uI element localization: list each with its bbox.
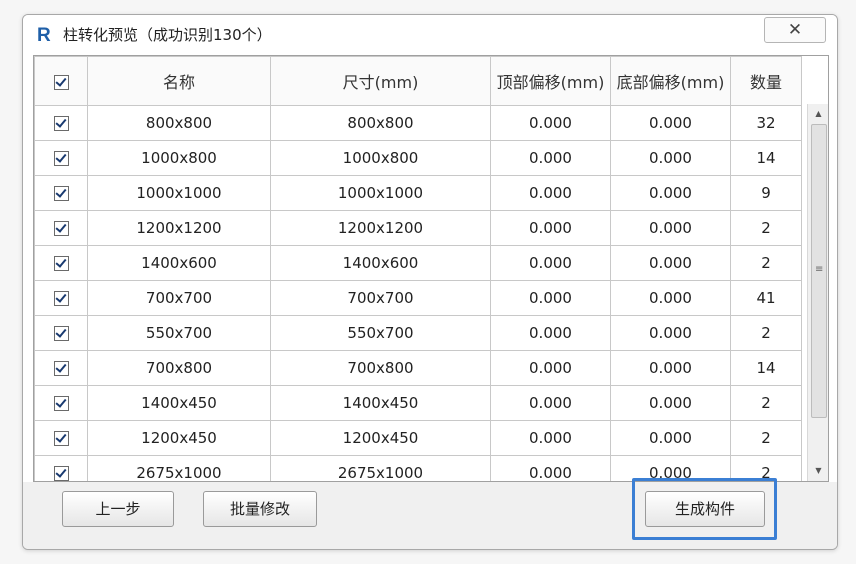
cell-name: 1200x1200 (87, 210, 271, 246)
cell-count: 2 (730, 315, 802, 351)
table-row[interactable]: 800x800 800x800 0.000 0.000 32 (34, 105, 802, 141)
cell-name: 700x800 (87, 350, 271, 386)
cell-bottom-offset[interactable]: 0.000 (610, 210, 731, 246)
cell-name: 550x700 (87, 315, 271, 351)
cell-bottom-offset[interactable]: 0.000 (610, 140, 731, 176)
table-row[interactable]: 1200x450 1200x450 0.000 0.000 2 (34, 420, 802, 456)
cell-count: 2 (730, 210, 802, 246)
checkbox-checked-icon[interactable] (53, 116, 69, 131)
generate-button-highlight (632, 478, 777, 540)
cell-top-offset[interactable]: 0.000 (490, 455, 611, 481)
scroll-thumb[interactable]: ≡ (811, 124, 827, 418)
cell-count: 2 (730, 420, 802, 456)
cell-name: 700x700 (87, 280, 271, 316)
cell-bottom-offset[interactable]: 0.000 (610, 350, 731, 386)
cell-count: 32 (730, 105, 802, 141)
cell-name: 1000x1000 (87, 175, 271, 211)
cell-size: 1000x1000 (270, 175, 491, 211)
title-bar: R 柱转化预览（成功识别130个） ✕ (23, 15, 837, 55)
cell-name: 1400x600 (87, 245, 271, 281)
column-table: 名称 尺寸(mm) 顶部偏移(mm) 底部偏移(mm) 数量 800x800 8… (34, 56, 802, 481)
scroll-down-arrow-icon[interactable]: ▼ (808, 463, 828, 479)
close-icon: ✕ (787, 20, 803, 40)
cell-count: 2 (730, 245, 802, 281)
cell-size: 1400x450 (270, 385, 491, 421)
cell-size: 700x700 (270, 280, 491, 316)
cell-bottom-offset[interactable]: 0.000 (610, 175, 731, 211)
column-grid: 名称 尺寸(mm) 顶部偏移(mm) 底部偏移(mm) 数量 800x800 8… (33, 55, 829, 482)
cell-bottom-offset[interactable]: 0.000 (610, 245, 731, 281)
cell-top-offset[interactable]: 0.000 (490, 315, 611, 351)
cell-name: 800x800 (87, 105, 271, 141)
cell-size: 550x700 (270, 315, 491, 351)
cell-name: 1000x800 (87, 140, 271, 176)
cell-size: 1000x800 (270, 140, 491, 176)
revit-r-icon: R (37, 25, 51, 46)
header-select-all[interactable] (34, 56, 88, 106)
close-button[interactable]: ✕ (764, 17, 826, 43)
cell-top-offset[interactable]: 0.000 (490, 350, 611, 386)
header-name[interactable]: 名称 (87, 56, 271, 106)
scroll-up-arrow-icon[interactable]: ▲ (808, 106, 828, 122)
cell-bottom-offset[interactable]: 0.000 (610, 420, 731, 456)
table-row[interactable]: 1200x1200 1200x1200 0.000 0.000 2 (34, 210, 802, 246)
checkbox-checked-icon[interactable] (53, 396, 69, 411)
cell-count: 9 (730, 175, 802, 211)
table-row[interactable]: 1000x1000 1000x1000 0.000 0.000 9 (34, 175, 802, 211)
cell-top-offset[interactable]: 0.000 (490, 245, 611, 281)
table-row[interactable]: 1400x600 1400x600 0.000 0.000 2 (34, 245, 802, 281)
header-top-offset[interactable]: 顶部偏移(mm) (490, 56, 611, 106)
checkbox-checked-icon[interactable] (53, 326, 69, 341)
table-row[interactable]: 700x700 700x700 0.000 0.000 41 (34, 280, 802, 316)
cell-name: 1200x450 (87, 420, 271, 456)
checkbox-checked-icon[interactable] (53, 151, 69, 166)
cell-top-offset[interactable]: 0.000 (490, 175, 611, 211)
cell-count: 2 (730, 385, 802, 421)
header-bottom-offset[interactable]: 底部偏移(mm) (610, 56, 731, 106)
dialog-window: R 柱转化预览（成功识别130个） ✕ 名称 尺寸(mm) 顶部偏移(mm) 底… (22, 14, 838, 550)
cell-name: 2675x1000 (87, 455, 271, 481)
cell-bottom-offset[interactable]: 0.000 (610, 385, 731, 421)
cell-bottom-offset[interactable]: 0.000 (610, 105, 731, 141)
checkbox-checked-icon[interactable] (53, 291, 69, 306)
cell-top-offset[interactable]: 0.000 (490, 210, 611, 246)
cell-top-offset[interactable]: 0.000 (490, 280, 611, 316)
vertical-scrollbar[interactable]: ▲ ≡ ▼ (807, 104, 828, 481)
cell-size: 1200x450 (270, 420, 491, 456)
cell-count: 14 (730, 350, 802, 386)
checkbox-checked-icon[interactable] (53, 74, 69, 90)
cell-count: 41 (730, 280, 802, 316)
cell-size: 800x800 (270, 105, 491, 141)
dialog-title: 柱转化预览（成功识别130个） (63, 26, 272, 44)
cell-bottom-offset[interactable]: 0.000 (610, 280, 731, 316)
cell-name: 1400x450 (87, 385, 271, 421)
cell-top-offset[interactable]: 0.000 (490, 105, 611, 141)
checkbox-checked-icon[interactable] (53, 256, 69, 271)
batch-edit-button[interactable]: 批量修改 (203, 491, 317, 527)
header-row: 名称 尺寸(mm) 顶部偏移(mm) 底部偏移(mm) 数量 (34, 56, 802, 106)
checkbox-checked-icon[interactable] (53, 431, 69, 446)
checkbox-checked-icon[interactable] (53, 361, 69, 376)
cell-top-offset[interactable]: 0.000 (490, 420, 611, 456)
table-row[interactable]: 700x800 700x800 0.000 0.000 14 (34, 350, 802, 386)
prev-step-button[interactable]: 上一步 (62, 491, 174, 527)
checkbox-checked-icon[interactable] (53, 466, 69, 481)
checkbox-checked-icon[interactable] (53, 186, 69, 201)
table-row[interactable]: 550x700 550x700 0.000 0.000 2 (34, 315, 802, 351)
header-size[interactable]: 尺寸(mm) (270, 56, 491, 106)
cell-size: 1200x1200 (270, 210, 491, 246)
cell-size: 1400x600 (270, 245, 491, 281)
cell-bottom-offset[interactable]: 0.000 (610, 315, 731, 351)
table-row[interactable]: 1400x450 1400x450 0.000 0.000 2 (34, 385, 802, 421)
cell-top-offset[interactable]: 0.000 (490, 140, 611, 176)
cell-size: 700x800 (270, 350, 491, 386)
grip-icon: ≡ (815, 264, 824, 275)
cell-top-offset[interactable]: 0.000 (490, 385, 611, 421)
cell-count: 14 (730, 140, 802, 176)
table-row[interactable]: 1000x800 1000x800 0.000 0.000 14 (34, 140, 802, 176)
cell-size: 2675x1000 (270, 455, 491, 481)
header-count[interactable]: 数量 (730, 56, 802, 106)
checkbox-checked-icon[interactable] (53, 221, 69, 236)
